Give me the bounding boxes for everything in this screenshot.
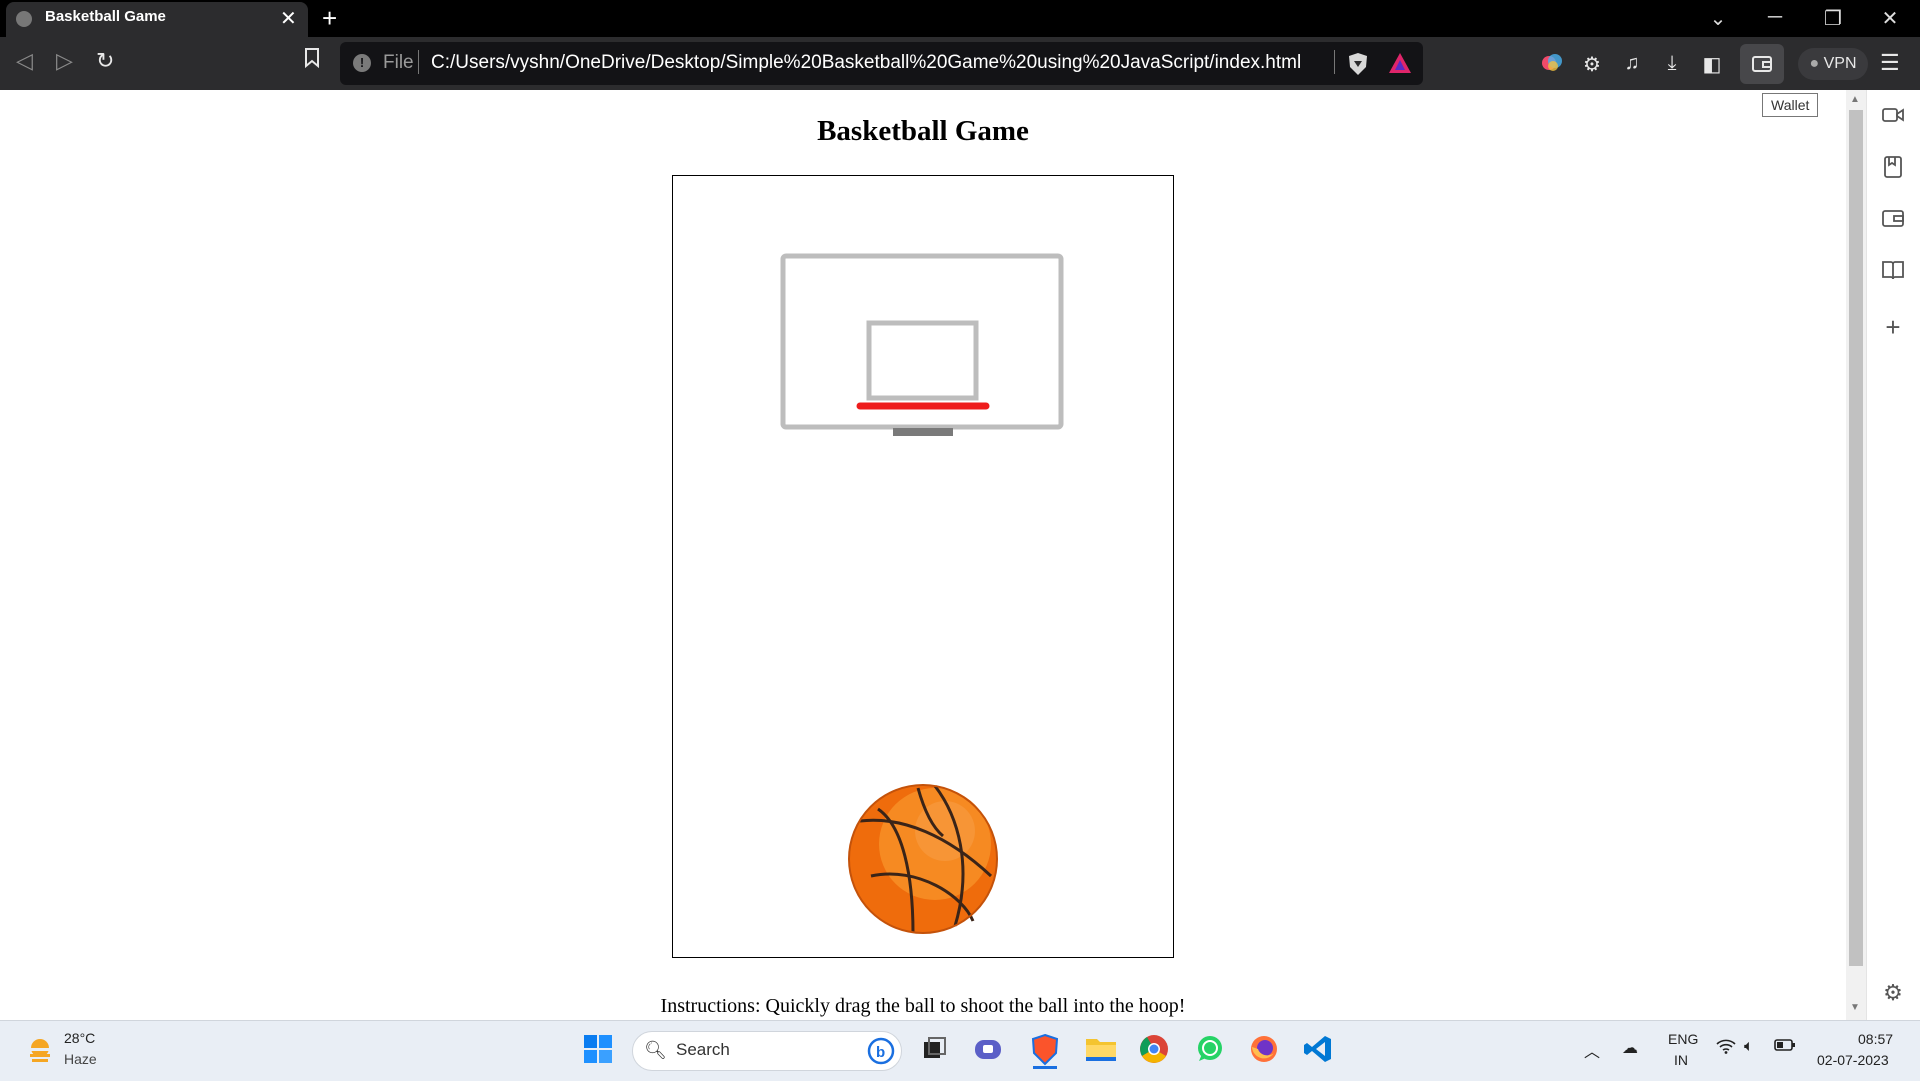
scroll-up-arrow-icon[interactable]: ▲ [1850,94,1860,105]
minimize-button[interactable]: ─ [1760,6,1790,29]
close-window-button[interactable]: ✕ [1875,6,1905,31]
battery-icon[interactable] [1774,1038,1796,1057]
menu-icon[interactable]: ☰ [1880,50,1900,76]
new-tab-icon[interactable]: + [322,3,337,34]
sidebar-settings-icon[interactable]: ⚙ [1879,980,1907,1008]
wallet-button[interactable] [1740,44,1784,84]
taskbar-search-input[interactable] [632,1031,902,1071]
vscode-icon[interactable] [1302,1033,1338,1069]
wallet-tooltip: Wallet [1762,93,1819,117]
language-indicator[interactable]: ENG [1668,1031,1698,1047]
wifi-icon[interactable] [1716,1038,1736,1059]
reload-icon[interactable]: ↻ [96,48,114,74]
sidebar-toggle-icon[interactable]: ◧ [1698,52,1726,77]
scrollbar-thumb[interactable] [1849,110,1863,966]
taskbar-search-label: Search [676,1040,730,1059]
file-explorer-icon[interactable] [1084,1033,1120,1069]
brave-shield-icon[interactable] [1347,52,1369,76]
scroll-down-arrow-icon[interactable]: ▼ [1850,1002,1860,1013]
bing-icon[interactable]: b [866,1036,902,1072]
reading-list-icon[interactable] [1879,260,1907,288]
vpn-button[interactable]: ● VPN [1798,48,1868,80]
clock-time[interactable]: 08:57 [1858,1031,1893,1047]
page-title: Basketball Game [817,115,1029,147]
input-region[interactable]: IN [1674,1052,1688,1068]
basketball[interactable] [848,784,998,934]
media-icon[interactable]: ♫ [1618,52,1646,75]
url-divider [1334,50,1335,74]
clock-date[interactable]: 02-07-2023 [1817,1052,1889,1068]
url-text[interactable]: C:/Users/vyshn/OneDrive/Desktop/Simple%2… [431,52,1301,74]
weather-temperature[interactable]: 28°C [64,1030,95,1046]
svg-text:b: b [876,1044,885,1061]
vpn-label: VPN [1823,55,1857,72]
leo-ai-icon[interactable] [1538,52,1566,80]
bookmarks-icon[interactable] [1879,156,1907,184]
globe-icon [16,11,32,27]
weather-haze-icon[interactable] [26,1036,54,1064]
task-view-icon[interactable] [918,1033,954,1069]
download-icon[interactable]: ⤓ [1658,52,1686,75]
volume-icon[interactable]: 🔈︎ [1744,1038,1754,1056]
extensions-icon[interactable]: ⚙ [1578,52,1606,77]
sidebar-wallet-icon[interactable] [1879,208,1907,236]
game-area[interactable] [672,175,1174,958]
url-scheme: File [383,52,414,73]
brave-rewards-icon[interactable] [1388,52,1412,74]
back-icon[interactable]: ◁ [16,48,33,74]
onedrive-warning-icon[interactable]: ☁ [1622,1038,1638,1058]
chrome-icon[interactable] [1138,1033,1174,1069]
show-hidden-icons-chevron-icon[interactable]: ︿ [1584,1038,1600,1062]
weather-description[interactable]: Haze [64,1051,97,1067]
firefox-icon[interactable] [1248,1033,1284,1069]
teams-chat-icon[interactable] [972,1033,1008,1069]
info-icon[interactable]: ! [353,54,371,72]
forward-icon[interactable]: ▷ [56,48,73,74]
bookmark-icon[interactable] [304,48,320,74]
instructions-text: Instructions: Quickly drag the ball to s… [660,995,1186,1017]
windows-start-icon[interactable] [582,1033,618,1069]
url-divider [418,50,419,74]
restore-button[interactable]: ❐ [1818,6,1848,31]
tab-title: Basketball Game [45,8,166,25]
add-sidebar-item-icon[interactable]: + [1879,312,1907,342]
vpn-status-icon: ● [1809,55,1820,72]
brave-taskbar-icon[interactable] [1028,1033,1064,1069]
search-icon: 🔍︎ [644,1040,667,1060]
video-call-icon[interactable] [1879,104,1907,132]
tab-search-chevron-icon[interactable]: ⌄ [1703,6,1733,31]
whatsapp-icon[interactable] [1194,1033,1230,1069]
close-tab-icon[interactable]: ✕ [280,6,297,31]
